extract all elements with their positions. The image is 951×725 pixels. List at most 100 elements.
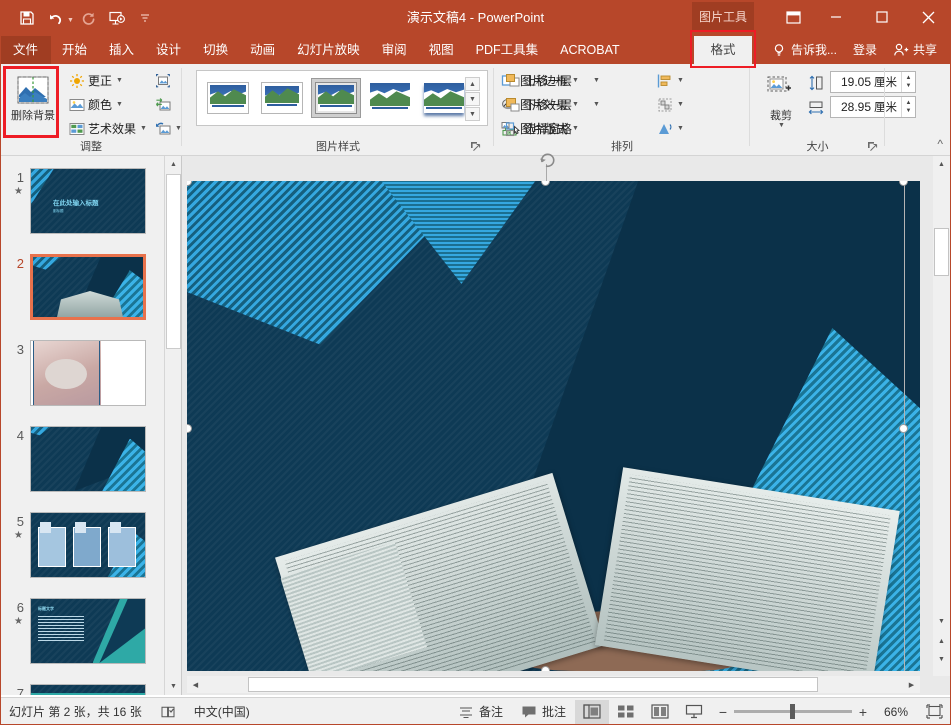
thumbnail-slide-7[interactable]: 7	[0, 684, 165, 695]
picture-style-item[interactable]	[258, 79, 306, 117]
redo-icon[interactable]	[76, 6, 102, 30]
collapse-ribbon-icon[interactable]: ^	[937, 137, 943, 151]
scroll-down-icon[interactable]: ▼	[933, 613, 950, 630]
thumbnail-slide-5[interactable]: 5 ★	[0, 512, 165, 578]
tab-review[interactable]: 审阅	[371, 36, 418, 64]
tab-view[interactable]: 视图	[418, 36, 465, 64]
slide-thumbnail-pane[interactable]: 1 ★ 在此处输入标题 副标题 2	[0, 156, 182, 695]
chevron-down-icon[interactable]: ▼	[778, 122, 785, 129]
hscroll-thumb[interactable]	[248, 677, 818, 692]
slide-preview[interactable]	[30, 512, 146, 578]
reset-picture-button[interactable]: ▼	[152, 118, 185, 139]
scrollbar-thumb[interactable]	[166, 174, 181, 349]
selection-pane-button[interactable]: 选择窗格	[502, 118, 575, 139]
scroll-up-icon[interactable]: ▲	[165, 156, 182, 173]
rotate-button[interactable]: ▼	[654, 118, 687, 139]
chevron-down-icon[interactable]: ▼	[116, 101, 123, 108]
picture-style-item[interactable]	[204, 79, 252, 117]
shape-height-input[interactable]: 19.05 厘米 ▲▼	[830, 71, 916, 93]
share-button[interactable]: 共享	[885, 36, 945, 64]
zoom-track[interactable]	[734, 710, 852, 713]
slide-preview[interactable]: 在此处输入标题 副标题	[30, 168, 146, 234]
tab-home[interactable]: 开始	[51, 36, 98, 64]
horizontal-scrollbar[interactable]: ◀ ▶	[187, 676, 920, 693]
undo-dropdown-caret[interactable]: ▼	[67, 17, 74, 24]
thumbnail-slide-6[interactable]: 6 ★ 标题文字	[0, 598, 165, 664]
current-slide[interactable]	[187, 181, 920, 671]
tab-file[interactable]: 文件	[0, 36, 51, 64]
gallery-scroll-up-icon[interactable]: ▲	[465, 77, 480, 91]
picture-styles-gallery[interactable]: ▲ ▼ ▼	[196, 70, 488, 126]
slide-preview[interactable]	[30, 684, 146, 695]
tab-pdf-tools[interactable]: PDF工具集	[465, 36, 550, 64]
zoom-in-button[interactable]: +	[857, 704, 869, 720]
chevron-down-icon[interactable]: ▼	[677, 101, 684, 108]
slide-preview-selected[interactable]	[30, 254, 146, 320]
normal-view-button[interactable]	[575, 700, 609, 724]
previous-slide-icon[interactable]: ▲	[933, 633, 950, 650]
book-picture[interactable]	[307, 411, 897, 671]
close-icon[interactable]	[905, 0, 951, 34]
scroll-up-icon[interactable]: ▲	[933, 156, 950, 173]
slide-preview[interactable]	[30, 426, 146, 492]
corrections-button[interactable]: 更正 ▼	[66, 70, 126, 91]
slide-counter[interactable]: 幻灯片 第 2 张，共 16 张	[0, 699, 151, 725]
tab-design[interactable]: 设计	[145, 36, 192, 64]
zoom-out-button[interactable]: −	[717, 704, 729, 720]
compress-pictures-button[interactable]	[152, 70, 178, 91]
thumbnail-slide-2[interactable]: 2	[0, 254, 165, 320]
gallery-scroll-down-icon[interactable]: ▼	[465, 92, 480, 106]
chevron-down-icon[interactable]: ▼	[677, 125, 684, 132]
scroll-left-icon[interactable]: ◀	[187, 676, 204, 693]
slide-preview[interactable]	[30, 340, 146, 406]
crop-button[interactable]: 裁剪 ▼	[756, 68, 806, 129]
tab-animations[interactable]: 动画	[239, 36, 286, 64]
change-picture-button[interactable]	[152, 94, 178, 115]
reading-view-button[interactable]	[643, 700, 677, 724]
thumbnail-slide-3[interactable]: 3	[0, 340, 165, 406]
picture-style-item-selected[interactable]	[312, 79, 360, 117]
scroll-right-icon[interactable]: ▶	[903, 676, 920, 693]
shape-height-stepper[interactable]: ▲▼	[901, 72, 915, 92]
chevron-down-icon[interactable]: ▼	[593, 77, 600, 84]
gallery-more-icon[interactable]: ▼	[465, 107, 480, 121]
artistic-effects-button[interactable]: 艺术效果 ▼	[66, 118, 150, 139]
customize-qat-icon[interactable]	[132, 6, 158, 30]
remove-background-button[interactable]: 删除背景	[4, 68, 62, 123]
tab-format[interactable]: 格式	[694, 36, 752, 64]
proofing-icon[interactable]	[151, 699, 185, 725]
language-indicator[interactable]: 中文(中国)	[185, 699, 259, 725]
minimize-icon[interactable]	[813, 0, 859, 34]
start-slideshow-icon[interactable]	[104, 6, 130, 30]
tab-transitions[interactable]: 切换	[192, 36, 239, 64]
tab-insert[interactable]: 插入	[98, 36, 145, 64]
shape-width-stepper[interactable]: ▲▼	[901, 97, 915, 117]
maximize-icon[interactable]	[859, 0, 905, 34]
undo-icon[interactable]	[42, 6, 68, 30]
send-backward-button[interactable]: 下移一层 ▼	[502, 94, 603, 115]
save-icon[interactable]	[14, 6, 40, 30]
color-button[interactable]: 颜色 ▼	[66, 94, 126, 115]
tell-me-button[interactable]: 告诉我...	[763, 36, 845, 64]
thumbnail-pane-scrollbar[interactable]: ▲ ▼	[164, 156, 181, 695]
picture-style-item[interactable]	[420, 79, 468, 117]
comments-button[interactable]: 批注	[512, 699, 575, 725]
tab-acrobat[interactable]: ACROBAT	[549, 36, 631, 64]
sign-in-button[interactable]: 登录	[845, 36, 885, 64]
slideshow-view-button[interactable]	[677, 700, 711, 724]
chevron-down-icon[interactable]: ▼	[593, 101, 600, 108]
slide-sorter-view-button[interactable]	[609, 700, 643, 724]
vscroll-thumb[interactable]	[934, 228, 949, 276]
chevron-down-icon[interactable]: ▼	[116, 77, 123, 84]
vertical-scrollbar[interactable]: ▲ ▼ ▲ ▼	[933, 156, 950, 676]
group-button[interactable]: ▼	[654, 94, 687, 115]
slide-preview[interactable]: 标题文字	[30, 598, 146, 664]
chevron-down-icon[interactable]: ▼	[677, 77, 684, 84]
tab-slideshow[interactable]: 幻灯片放映	[286, 36, 371, 64]
picture-style-item[interactable]	[366, 79, 414, 117]
shape-width-input[interactable]: 28.95 厘米 ▲▼	[830, 96, 916, 118]
next-slide-icon[interactable]: ▼	[933, 651, 950, 668]
thumbnail-slide-4[interactable]: 4	[0, 426, 165, 492]
bring-forward-button[interactable]: 上移一层 ▼	[502, 70, 603, 91]
zoom-level-label[interactable]: 66%	[875, 705, 917, 719]
